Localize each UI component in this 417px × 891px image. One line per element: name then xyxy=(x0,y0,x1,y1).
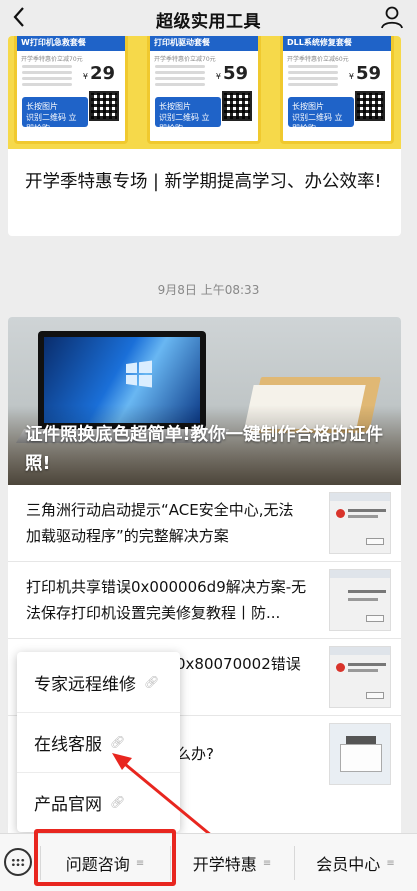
poster-price: ¥29 xyxy=(83,63,115,84)
poster-cta: 长按图片识别二维码 立即抢购 xyxy=(155,97,221,133)
article-thumbnail xyxy=(329,646,391,708)
nav-bar: 超级实用工具 xyxy=(0,0,417,36)
menu-item-label: 在线客服 xyxy=(34,734,102,755)
article-thumbnail xyxy=(329,569,391,631)
cover-article[interactable]: 证件照换底色超简单!教你一键制作合格的证件照! xyxy=(8,317,401,485)
keyboard-icon[interactable] xyxy=(4,848,32,876)
cta-line: 识别二维码 立即抢购 xyxy=(26,113,77,133)
poster-head: W打印机急救套餐 xyxy=(17,36,125,51)
promo-poster[interactable]: W打印机急救套餐 开学季特惠价立减70元 ¥29 长按图片识别二维码 立即抢购 xyxy=(14,36,128,144)
poster-sub: 开学季特惠价立减70元 xyxy=(21,56,83,63)
menu-item-online-service[interactable]: 在线客服 🔗︎ xyxy=(17,712,180,772)
poster-feature-lines xyxy=(22,65,72,89)
poster-feature-lines xyxy=(155,65,205,89)
qr-code-icon xyxy=(355,91,385,121)
message-timestamp: 9月8日 上午08:33 xyxy=(157,283,260,297)
menu-item-official-site[interactable]: 产品官网 🔗︎ xyxy=(17,772,180,832)
article-title: 三角洲行动启动提示“ACE安全中心,无法加载驱动程序”的完整解决方案 xyxy=(26,501,294,545)
cta-line: 长按图片 xyxy=(159,102,191,111)
cta-line: 识别二维码 立即抢购 xyxy=(159,113,210,133)
promo-image-strip[interactable]: W打印机急救套餐 开学季特惠价立减70元 ¥29 长按图片 识别二维码 立即抢购 … xyxy=(8,36,401,149)
tab-member-center[interactable]: 会员中心 ≡ xyxy=(294,834,417,891)
image-count-badge: 5 xyxy=(365,125,391,139)
menu-item-label: 专家远程维修 xyxy=(34,674,136,695)
price-value: 59 xyxy=(355,63,381,84)
link-icon: 🔗︎ xyxy=(110,795,126,809)
tab-label: 会员中心 xyxy=(316,855,381,874)
cta-line: 识别二维码 立即抢购 xyxy=(292,113,343,133)
price-value: 29 xyxy=(89,63,115,84)
menu-item-expert-repair[interactable]: 专家远程维修 🔗︎ xyxy=(17,652,180,712)
poster-head: DLL系统修复套餐 xyxy=(283,36,391,51)
list-item[interactable]: 打印机共享错误0x000006d9解决方案-无法保存打印机设置完美修复教程丨防.… xyxy=(8,562,401,639)
menu-item-label: 产品官网 xyxy=(34,794,102,815)
article-title: 打印机共享错误0x000006d9解决方案-无法保存打印机设置完美修复教程丨防.… xyxy=(26,578,307,622)
user-profile-icon[interactable] xyxy=(379,4,405,30)
link-icon: 🔗︎ xyxy=(110,735,126,749)
qr-code-icon xyxy=(89,91,119,121)
promo-article-card[interactable]: W打印机急救套餐 开学季特惠价立减70元 ¥29 长按图片 识别二维码 立即抢购 … xyxy=(8,36,401,236)
currency-symbol: ¥ xyxy=(215,72,221,81)
poster-head: 打印机驱动套餐 xyxy=(150,36,258,51)
poster-feature-lines xyxy=(288,65,338,89)
article-thumbnail xyxy=(329,492,391,554)
cta-line: 长按图片 xyxy=(26,102,58,111)
article-title: 0x80070002错误 xyxy=(176,655,301,673)
currency-symbol: ¥ xyxy=(82,72,88,81)
promo-poster[interactable]: 打印机驱动套餐 开学季特惠价立减70元 ¥59 长按图片识别二维码 立即抢购 xyxy=(147,36,261,144)
tab-label: 开学特惠 xyxy=(192,855,257,874)
poster-sub: 开学季特惠价立减60元 xyxy=(287,56,349,63)
article-title: 么办? xyxy=(176,745,214,763)
price-value: 59 xyxy=(222,63,248,84)
currency-symbol: ¥ xyxy=(348,72,354,81)
tab-school-offer[interactable]: 开学特惠 ≡ xyxy=(170,834,294,891)
poster-sub: 开学季特惠价立减70元 xyxy=(154,56,216,63)
consult-popup-menu: 专家远程维修 🔗︎ 在线客服 🔗︎ 产品官网 🔗︎ xyxy=(17,652,180,832)
link-icon: 🔗︎ xyxy=(144,675,160,689)
windows-logo-icon xyxy=(126,360,152,388)
cta-line: 长按图片 xyxy=(292,102,324,111)
article-thumbnail xyxy=(329,723,391,785)
article-headline[interactable]: 开学季特惠专场 | 新学期提高学习、办公效率! xyxy=(25,168,390,197)
image-icon xyxy=(365,126,380,138)
poster-price: ¥59 xyxy=(216,63,248,84)
poster-price: ¥59 xyxy=(349,63,381,84)
poster-cta: 长按图片识别二维码 立即抢购 xyxy=(22,97,88,133)
list-item[interactable]: 三角洲行动启动提示“ACE安全中心,无法加载驱动程序”的完整解决方案 xyxy=(8,485,401,562)
menu-lines-icon: ≡ xyxy=(386,857,395,869)
highlight-box xyxy=(34,829,176,886)
qr-code-icon xyxy=(222,91,252,121)
poster-cta: 长按图片识别二维码 立即抢购 xyxy=(288,97,354,133)
image-count-value: 5 xyxy=(382,125,391,139)
menu-lines-icon: ≡ xyxy=(262,857,272,869)
cover-article-title: 证件照换底色超简单!教你一键制作合格的证件照! xyxy=(25,425,383,474)
page-title: 超级实用工具 xyxy=(156,12,261,32)
